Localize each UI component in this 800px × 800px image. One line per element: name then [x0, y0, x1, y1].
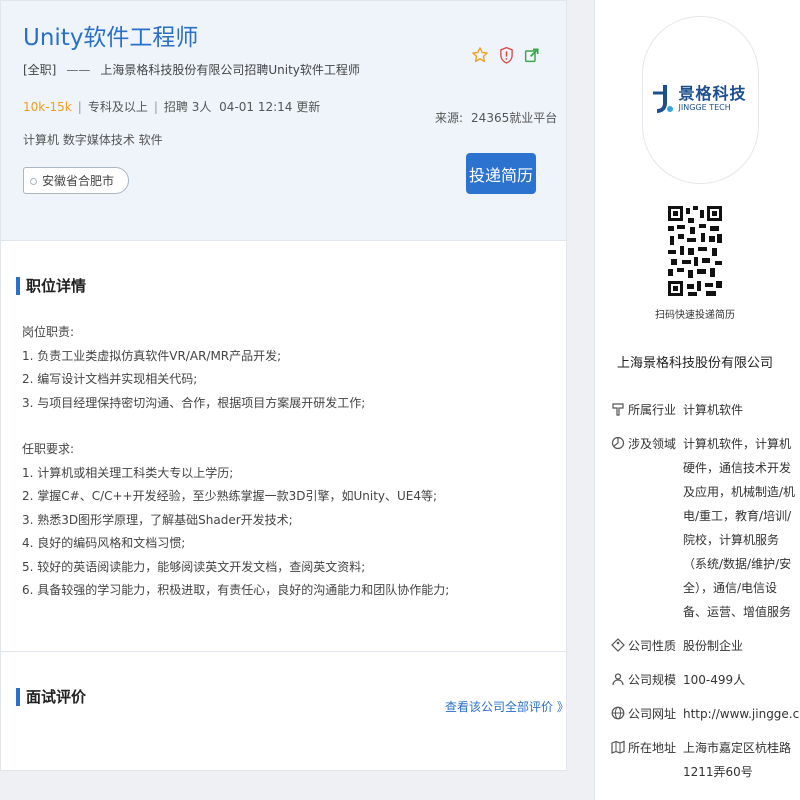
interview-review-title: 面试评价 [16, 688, 86, 706]
field-label: 涉及领域 [628, 437, 677, 451]
nature-icon [611, 638, 625, 652]
job-detail-card: 职位详情 岗位职责: 1. 负责工业类虚拟仿真软件VR/AR/MR产品开发; 2… [0, 241, 567, 651]
logo-mark-icon [652, 85, 673, 113]
company-name-link[interactable]: 上海景格科技股份有限公司 [595, 352, 795, 371]
industry-value: 计算机软件 [683, 403, 744, 417]
scale-icon [612, 673, 624, 686]
location-tag: 安徽省合肥市 [23, 167, 130, 194]
requirement-item: 4. 良好的编码风格和文档习惯; [22, 536, 186, 550]
job-actions [471, 41, 541, 69]
subline-dash: —— [66, 63, 91, 77]
job-source: 来源: 24365就业平台 [435, 109, 557, 126]
requirement-item: 6. 具备较强的学习能力，积极进取，有责任心，良好的沟通能力和团队协作能力; [22, 583, 450, 597]
report-shield-icon[interactable] [497, 43, 515, 67]
logo-text-en: JINGGE TECH [678, 103, 731, 112]
job-majors: 计算机 数字媒体技术 软件 [23, 133, 163, 147]
job-subline: [全职] —— 上海景格科技股份有限公司招聘Unity软件工程师 [23, 61, 360, 78]
qr-code-icon [668, 206, 722, 296]
duty-item: 2. 编写设计文档并实现相关代码; [22, 372, 198, 386]
company-info-row: 所属行业 计算机软件 [611, 398, 796, 422]
share-icon[interactable] [523, 43, 541, 67]
scale-label: 公司规模 [628, 673, 677, 687]
industry-icon [612, 403, 624, 416]
job-header-card: Unity软件工程师 [全职] —— 上海景格科技股份有限公司招聘Unity软件工程… [0, 0, 567, 241]
field-icon [611, 436, 625, 450]
source-value: 24365就业平台 [471, 111, 558, 125]
company-info-row: 公司性质 股份制企业 [611, 634, 796, 658]
salary: 10k-15k [23, 100, 72, 114]
job-detail-title: 职位详情 [16, 277, 86, 295]
address-label: 所在地址 [628, 741, 677, 755]
education: 专科及以上 [87, 100, 148, 114]
qr-code-label: 扫码快速投递简历 [655, 310, 735, 321]
scale-value: 100-499人 [683, 673, 746, 687]
website-value[interactable]: http://www.jingge.com [683, 702, 800, 726]
job-meta: 10k-15k | 专科及以上 | 招聘 3人 04-01 12:14 更新 [23, 98, 320, 115]
favorite-star-icon[interactable] [471, 43, 489, 67]
view-all-reviews-link[interactable]: 查看该公司全部评价 》 [445, 698, 569, 715]
nature-label: 公司性质 [628, 639, 677, 653]
requirement-item: 3. 熟悉3D图形学原理，了解基础Shader开发技术; [22, 512, 293, 527]
job-title: Unity软件工程师 [23, 25, 199, 51]
job-type-tag: [全职] [23, 63, 57, 77]
meta-divider: | [77, 100, 82, 114]
requirement-item: 5. 较好的英语阅读能力，能够阅读英文开发文档，查阅英文资料; [22, 559, 366, 574]
company-logo: 景格科技 JINGGE TECH [651, 80, 751, 120]
company-info-list: 所属行业 计算机软件 涉及领域 计算机软件，计算机硬件，通信技术开发及应用，机械… [611, 398, 800, 794]
field-value: 计算机软件，计算机硬件，通信技术开发及应用，机械制造/机电/重工，教育/培训/院… [683, 437, 796, 619]
interview-review-card: 面试评价 查看该公司全部评价 》 [0, 651, 569, 771]
main-column: Unity软件工程师 [全职] —— 上海景格科技股份有限公司招聘Unity软件工程… [0, 0, 569, 800]
requirement-item: 1. 计算机或相关理工科类大专以上学历; [22, 465, 234, 480]
apply-resume-button[interactable]: 投递简历 [466, 153, 536, 194]
website-label: 公司网址 [628, 707, 677, 721]
duty-item: 1. 负责工业类虚拟仿真软件VR/AR/MR产品开发; [22, 348, 282, 363]
duties-heading: 岗位职责: [22, 325, 75, 339]
website-icon [611, 706, 625, 720]
meta-divider: | [153, 100, 158, 114]
job-description: 岗位职责: 1. 负责工业类虚拟仿真软件VR/AR/MR产品开发; 2. 编写设… [22, 321, 552, 603]
updated-time: 04-01 12:14 更新 [219, 100, 321, 114]
requirements-heading: 任职要求: [22, 442, 75, 456]
source-label: 来源: [435, 111, 464, 125]
company-logo-frame: 景格科技 JINGGE TECH [642, 16, 759, 184]
industry-label: 所属行业 [628, 403, 677, 417]
address-value: 上海市嘉定区杭桂路1211弄60号 [683, 741, 792, 779]
company-info-row: 公司规模 100-499人 [611, 668, 796, 692]
company-sidebar: 景格科技 JINGGE TECH 扫码快速投递简历 上海景格科技股份有限公司 所… [594, 0, 800, 800]
nature-value: 股份制企业 [683, 639, 744, 653]
logo-text-cn: 景格科技 [678, 84, 747, 103]
address-icon [611, 740, 625, 754]
headcount: 招聘 3人 [163, 100, 212, 114]
company-info-row: 公司网址 http://www.jingge.com [611, 702, 800, 726]
location-text: 安徽省合肥市 [42, 174, 115, 188]
requirement-item: 2. 掌握C#、C/C++开发经验，至少熟练掌握一款3D引擎，如Unity、UE… [22, 489, 438, 503]
company-info-row: 所在地址 上海市嘉定区杭桂路1211弄60号 [611, 736, 796, 784]
duty-item: 3. 与项目经理保持密切沟通、合作，根据项目方案展开研发工作; [22, 395, 366, 410]
company-info-row: 涉及领域 计算机软件，计算机硬件，通信技术开发及应用，机械制造/机电/重工，教育… [611, 432, 796, 624]
company-recruit-link[interactable]: 上海景格科技股份有限公司招聘Unity软件工程师 [100, 63, 360, 77]
